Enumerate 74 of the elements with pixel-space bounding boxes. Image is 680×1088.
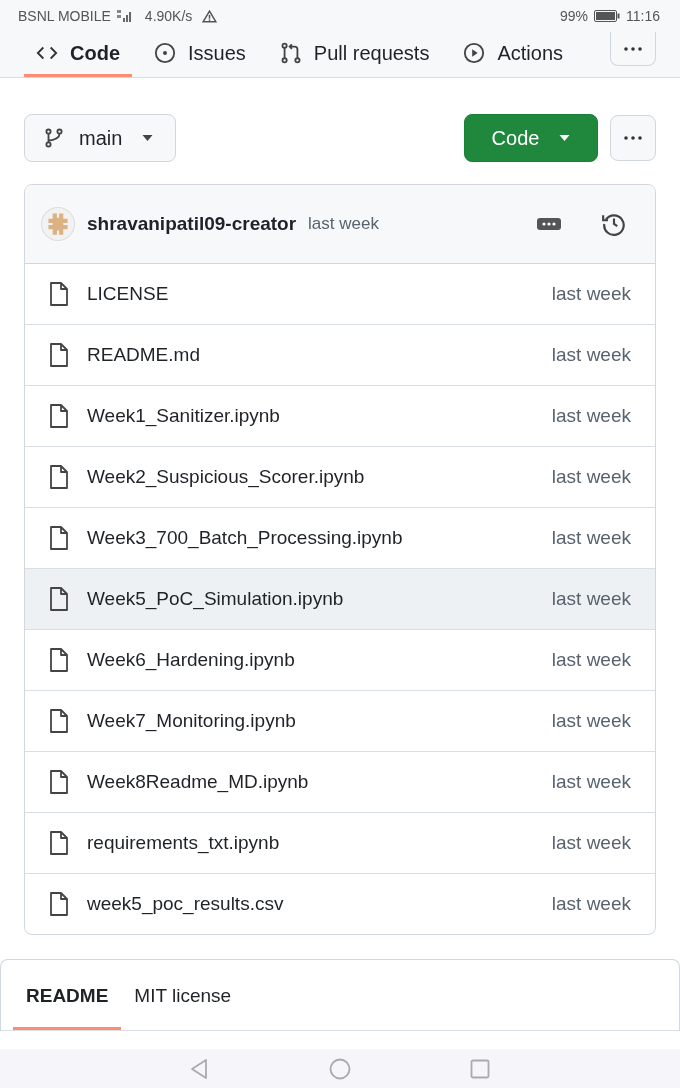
file-time: last week — [551, 588, 631, 610]
history-icon[interactable] — [601, 211, 627, 237]
file-time: last week — [551, 527, 631, 549]
file-name[interactable]: requirements_txt.ipynb — [87, 832, 280, 854]
readme-tab[interactable]: MIT license — [121, 960, 245, 1030]
file-row[interactable]: week5_poc_results.csv last week — [25, 873, 655, 934]
file-time: last week — [551, 893, 631, 915]
battery-percent: 99% — [559, 8, 588, 24]
file-icon — [49, 648, 69, 672]
signal-icon — [116, 10, 133, 22]
file-icon — [49, 526, 69, 550]
battery-icon — [594, 10, 620, 22]
carrier-text: BSNL MOBILE — [18, 8, 111, 24]
file-row[interactable]: README.md last week — [25, 324, 655, 385]
branch-button[interactable]: main — [24, 114, 177, 162]
file-name[interactable]: Week8Readme_MD.ipynb — [87, 771, 309, 793]
file-icon — [49, 465, 69, 489]
caret-icon — [559, 135, 571, 141]
file-row[interactable]: Week6_Hardening.ipynb last week — [25, 629, 655, 690]
warning-icon — [202, 9, 218, 23]
file-row[interactable]: Week8Readme_MD.ipynb last week — [25, 751, 655, 812]
issue-icon — [154, 42, 176, 64]
commit-time: last week — [308, 214, 379, 234]
file-time: last week — [551, 466, 631, 488]
file-row[interactable]: Week7_Monitoring.ipynb last week — [25, 690, 655, 751]
speed-text: 4.90K/s — [144, 8, 193, 24]
file-name[interactable]: Week5_PoC_Simulation.ipynb — [87, 588, 344, 610]
file-row[interactable]: Week2_Suspicious_Scorer.ipynb last week — [25, 446, 655, 507]
readme-tab[interactable]: README — [13, 960, 122, 1030]
code-button[interactable]: Code — [464, 114, 598, 162]
file-name[interactable]: Week2_Suspicious_Scorer.ipynb — [87, 466, 365, 488]
file-time: last week — [551, 283, 631, 305]
file-icon — [49, 709, 69, 733]
file-time: last week — [551, 832, 631, 854]
more-button[interactable] — [610, 115, 656, 161]
repo-tab[interactable]: Pull requests — [267, 32, 442, 77]
repo-tab[interactable]: Actions — [451, 32, 576, 77]
file-icon — [49, 282, 69, 306]
file-time: last week — [551, 771, 631, 793]
more-icon — [623, 46, 643, 51]
more-icon — [623, 136, 643, 140]
file-row[interactable]: LICENSE last week — [25, 264, 655, 324]
commit-author[interactable]: shravanipatil09-creator — [87, 213, 297, 235]
file-icon — [49, 343, 69, 367]
file-icon — [49, 831, 69, 855]
file-row[interactable]: requirements_txt.ipynb last week — [25, 812, 655, 873]
caret-icon — [142, 135, 154, 141]
clock-text: 11:16 — [626, 8, 660, 24]
file-row[interactable]: Week1_Sanitizer.ipynb last week — [25, 385, 655, 446]
file-name[interactable]: LICENSE — [87, 283, 169, 305]
file-name[interactable]: Week6_Hardening.ipynb — [87, 649, 295, 671]
file-time: last week — [551, 344, 631, 366]
file-icon — [49, 770, 69, 794]
file-time: last week — [551, 649, 631, 671]
file-icon — [49, 892, 69, 916]
file-row[interactable]: Week5_PoC_Simulation.ipynb last week — [25, 568, 655, 629]
file-name[interactable]: Week3_700_Batch_Processing.ipynb — [87, 527, 403, 549]
file-icon — [49, 587, 69, 611]
file-icon — [49, 404, 69, 428]
home-icon[interactable] — [328, 1056, 352, 1081]
ellipsis-icon[interactable] — [537, 217, 561, 231]
play-icon — [463, 42, 486, 64]
avatar[interactable] — [41, 207, 75, 241]
more-button[interactable] — [610, 32, 656, 66]
repo-tab[interactable]: Issues — [142, 32, 258, 77]
file-name[interactable]: Week1_Sanitizer.ipynb — [87, 405, 280, 427]
file-time: last week — [551, 710, 631, 732]
repo-tab[interactable]: Code — [24, 32, 132, 77]
file-time: last week — [551, 405, 631, 427]
pull-request-icon — [279, 42, 302, 64]
file-name[interactable]: README.md — [87, 344, 200, 366]
file-name[interactable]: week5_poc_results.csv — [87, 893, 284, 915]
branch-icon — [43, 127, 65, 149]
file-name[interactable]: Week7_Monitoring.ipynb — [87, 710, 296, 732]
